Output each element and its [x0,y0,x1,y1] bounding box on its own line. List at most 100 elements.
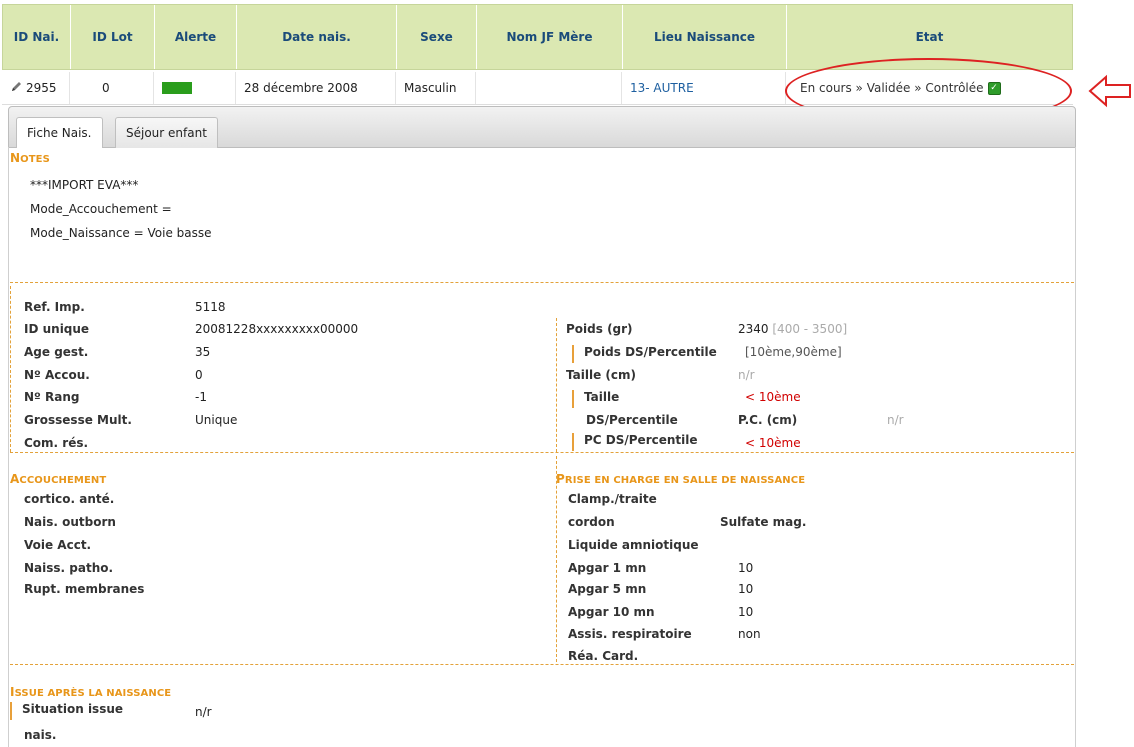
value-apgar-10: 10 [738,605,754,619]
label-pc: P.C. (cm) [738,413,798,427]
label-liquide: Liquide amniotique [568,538,699,552]
cell-lot: 0 [70,72,154,104]
tab-label: Séjour enfant [126,126,207,140]
cell-nom-jf [476,72,622,104]
label-taille-sub: Taille [584,390,620,404]
row-lieu-link[interactable]: 13- AUTRE [630,81,694,95]
title-cap: N [10,151,21,165]
col-label: ID Lot [92,30,133,44]
etat-en-cours[interactable]: En cours » [800,81,863,95]
alert-indicator [162,82,192,94]
value-poids-ds: [10ème,90ème] [745,345,842,359]
cell-alerte [154,72,236,104]
col-sexe[interactable]: Sexe [397,5,477,69]
label-cordon: cordon [568,515,615,529]
label-poids: Poids (gr) [566,322,633,336]
label-clamp: Clamp./traite [568,492,657,506]
col-date-nais[interactable]: Date nais. [237,5,397,69]
col-alerte[interactable]: Alerte [155,5,237,69]
poids-range: [400 - 3500] [772,322,848,336]
title-rest: OTES [20,154,50,165]
value-id-unique: 20081228xxxxxxxxx00000 [195,322,359,336]
row-sexe: Masculin [404,81,457,95]
value-poids: 2340 [400 - 3500] [738,322,847,336]
label-apgar-5: Apgar 5 mn [568,582,647,596]
col-id-lot[interactable]: ID Lot [71,5,155,69]
cell-etat: En cours » Validée » Contrôlée ✓ [786,72,1073,104]
label-poids-ds: Poids DS/Percentile [584,345,717,359]
sub-row-situation: Situation issue [10,702,123,720]
cell-id[interactable]: 2955 [2,72,70,104]
label-id-unique: ID unique [24,322,90,336]
value-no-rang: -1 [195,390,207,404]
divider [10,452,1074,453]
label-no-accou: Nº Accou. [24,368,90,382]
section-title-accouchement: ACCOUCHEMENT [10,472,106,486]
value-taille-sub: < 10ème [745,390,801,404]
title-cap: A [10,472,20,486]
cell-lieu[interactable]: 13- AUTRE [622,72,786,104]
value-pc: n/r [887,413,904,427]
label-assis-resp: Assis. respiratoire [568,627,692,641]
col-label: Alerte [174,30,217,44]
cell-date: 28 décembre 2008 [236,72,396,104]
col-etat[interactable]: Etat [787,5,1072,69]
value-taille: n/r [738,368,755,382]
value-grossesse-mult: Unique [195,413,238,427]
label-ds-percentile: DS/Percentile [586,413,678,427]
section-title-issue: ISSUE APRÈS LA NAISSANCE [10,685,171,699]
cell-sexe: Masculin [396,72,476,104]
label-grossesse-mult: Grossesse Mult. [24,413,132,427]
etat-validee[interactable]: Validée » [867,81,922,95]
value-apgar-5: 10 [738,582,754,596]
tab-label: Fiche Nais. [27,126,92,140]
value-ref-imp: 5118 [195,300,226,314]
value-assis-resp: non [738,627,761,641]
tab-bar: Fiche Nais. Séjour enfant [8,106,1076,148]
checkbox-checked-icon: ✓ [987,81,1001,95]
label-taille: Taille (cm) [566,368,636,382]
pencil-icon[interactable] [10,81,22,96]
value-pc-ds: < 10ème [745,436,801,450]
table-row[interactable]: 2955 0 28 décembre 2008 Masculin 13- AUT… [2,72,1073,105]
title-rest: SSUE APRÈS LA NAISSANCE [14,688,172,699]
divider [10,282,1074,283]
notes-line: ***IMPORT EVA*** [30,178,139,192]
label-nais-outborn: Nais. outborn [24,515,116,529]
label-naiss-patho: Naiss. patho. [24,561,114,575]
divider [10,286,11,452]
label-apgar-10: Apgar 10 mn [568,605,655,619]
col-lieu-naissance[interactable]: Lieu Naissance [623,5,787,69]
value-age-gest: 35 [195,345,211,359]
col-label: Nom JF Mère [506,30,593,44]
label-situation-nais: nais. [24,728,57,742]
col-nom-jf-mere[interactable]: Nom JF Mère [477,5,623,69]
label-rupt-membranes: Rupt. membranes [24,582,145,596]
label-age-gest: Age gest. [24,345,89,359]
label-situation-issue: Situation issue [22,702,124,716]
value-apgar-1: 10 [738,561,754,575]
label-apgar-1: Apgar 1 mn [568,561,647,575]
tab-sejour-enfant[interactable]: Séjour enfant [115,117,218,148]
sub-row-poids-ds: Poids DS/Percentile [572,345,717,363]
divider [556,318,557,452]
sub-row-taille: Taille [572,390,619,408]
etat-controlee[interactable]: Contrôlée [925,81,983,95]
label-pc-ds: PC DS/Percentile [584,433,698,447]
row-lot: 0 [102,81,110,95]
tab-fiche-nais[interactable]: Fiche Nais. [16,117,103,148]
col-label: Etat [915,30,944,44]
sub-row-pc-ds: PC DS/Percentile [572,433,698,451]
label-no-rang: Nº Rang [24,390,80,404]
label-rea-card: Réa. Card. [568,649,639,663]
section-title-notes: NOTES [10,151,50,165]
title-cap: P [556,472,565,486]
row-id: 2955 [26,81,57,95]
label-voie-acct: Voie Acct. [24,538,92,552]
col-label: ID Nai. [13,30,60,44]
title-rest: RISE EN CHARGE EN SALLE DE NAISSANCE [564,475,806,486]
col-id-nai[interactable]: ID Nai. [3,5,71,69]
label-sulfate: Sulfate mag. [720,515,807,529]
section-title-prise-en-charge: PRISE EN CHARGE EN SALLE DE NAISSANCE [556,472,805,486]
divider [10,664,1074,665]
